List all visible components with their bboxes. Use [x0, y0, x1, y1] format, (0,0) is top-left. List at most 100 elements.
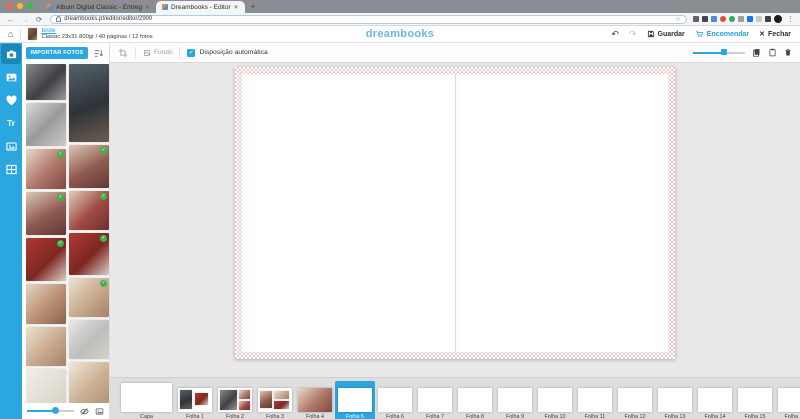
filmstrip-page-folha-5[interactable]: Folha 5	[335, 381, 375, 419]
sidebar-item-backgrounds[interactable]	[1, 67, 21, 87]
page-thumbnail[interactable]	[298, 388, 332, 412]
auto-layout-toggle[interactable]: ✓ Disposição automática	[187, 49, 267, 57]
new-tab-button[interactable]: +	[251, 2, 256, 11]
filmstrip-page-folha-3[interactable]: Folha 3	[255, 381, 295, 419]
page-thumbnail[interactable]	[458, 388, 492, 412]
page-thumbnail[interactable]	[778, 388, 800, 412]
save-button[interactable]: Guardar	[647, 30, 685, 38]
profile-avatar[interactable]	[774, 15, 782, 23]
page-thumbnail[interactable]	[218, 388, 252, 412]
page-thumbnail[interactable]	[738, 388, 772, 412]
library-photo[interactable]: ✓	[69, 278, 109, 317]
blue-extension-icon[interactable]	[711, 16, 717, 22]
crop-icon[interactable]	[118, 48, 128, 58]
book-spread[interactable]	[235, 67, 675, 359]
filmstrip-page-folha-6[interactable]: Folha 6	[375, 381, 415, 419]
filmstrip-page-folha-10[interactable]: Folha 10	[535, 381, 575, 419]
green-extension-icon[interactable]	[729, 16, 735, 22]
page-thumbnail[interactable]	[338, 388, 372, 412]
library-photo[interactable]	[69, 362, 109, 403]
filmstrip-page-folha-16[interactable]: Folha 16	[775, 381, 800, 419]
url-field[interactable]: dreambooks.pt/editor/editor/2900 ☆	[50, 15, 687, 24]
dark-extension-icon[interactable]	[765, 16, 771, 22]
browser-menu-icon[interactable]: ⋮	[787, 15, 794, 23]
undo-icon[interactable]: ↶	[611, 29, 619, 40]
page-thumbnail[interactable]	[121, 383, 172, 412]
pencil-extension-icon[interactable]	[693, 16, 699, 22]
page-thumbnail[interactable]	[578, 388, 612, 412]
browser-tab-inactive[interactable]: Album Digital Classic - Entreg ✕	[41, 1, 156, 13]
page-thumbnail[interactable]	[178, 388, 212, 412]
home-icon[interactable]: ⌂	[8, 29, 13, 39]
library-photo[interactable]	[26, 103, 66, 146]
redo-icon[interactable]: ↷	[629, 29, 637, 40]
filmstrip-page-folha-9[interactable]: Folha 9	[495, 381, 535, 419]
tab-close-icon[interactable]: ✕	[145, 4, 150, 11]
sort-photos-icon[interactable]	[93, 48, 104, 59]
hide-used-photos-icon[interactable]	[80, 407, 89, 416]
page-thumbnail[interactable]	[418, 388, 452, 412]
reload-icon[interactable]: ⟳	[36, 15, 42, 24]
filmstrip-page-folha-15[interactable]: Folha 15	[735, 381, 775, 419]
copy-page-icon[interactable]	[752, 48, 761, 57]
page-thumbnail[interactable]	[538, 388, 572, 412]
library-photo[interactable]: ✓	[26, 149, 66, 189]
library-photo[interactable]: ✓	[26, 238, 66, 281]
filmstrip-page-folha-7[interactable]: Folha 7	[415, 381, 455, 419]
library-photo[interactable]	[26, 284, 66, 324]
filmstrip-page-capa[interactable]: Capa	[118, 381, 175, 419]
back-icon[interactable]: ←	[7, 15, 15, 24]
page-thumbnail[interactable]	[618, 388, 652, 412]
spread-pages[interactable]	[242, 74, 668, 352]
project-cover-thumbnail[interactable]	[28, 28, 37, 40]
library-photo[interactable]	[69, 320, 109, 359]
page-thumbnail[interactable]	[498, 388, 532, 412]
tab-close-icon[interactable]: ✕	[234, 4, 239, 11]
filmstrip-page-folha-1[interactable]: Folha 1	[175, 381, 215, 419]
photo-view-icon[interactable]	[95, 407, 104, 416]
sidebar-item-favorites[interactable]	[1, 90, 21, 110]
order-button[interactable]: Encomendar	[695, 30, 749, 38]
library-photo[interactable]	[26, 369, 66, 403]
page-thumbnail[interactable]	[698, 388, 732, 412]
filmstrip-page-folha-11[interactable]: Folha 11	[575, 381, 615, 419]
search-extension-icon[interactable]	[702, 16, 708, 22]
filmstrip-page-folha-2[interactable]: Folha 2	[215, 381, 255, 419]
library-photo[interactable]	[69, 64, 109, 142]
indigo-extension-icon[interactable]	[747, 16, 753, 22]
canvas-zoom-slider[interactable]	[693, 52, 745, 54]
sidebar-item-text[interactable]: Tr	[1, 113, 21, 133]
delete-page-icon[interactable]	[784, 48, 792, 57]
sidebar-item-photos[interactable]	[1, 44, 21, 64]
sidebar-item-cliparts[interactable]	[1, 136, 21, 156]
library-photo[interactable]: ✓	[69, 191, 109, 230]
zoom-window-button[interactable]	[27, 3, 33, 9]
browser-tab-active[interactable]: Dreambooks - Editor ✕	[156, 1, 245, 13]
gray-extension-icon[interactable]	[738, 16, 744, 22]
page-thumbnail[interactable]	[658, 388, 692, 412]
library-photo[interactable]: ✓	[69, 145, 109, 188]
filmstrip-page-folha-13[interactable]: Folha 13	[655, 381, 695, 419]
close-editor-button[interactable]: ✕ Fechar	[759, 30, 791, 38]
sidebar-item-layouts[interactable]	[1, 159, 21, 179]
library-photo[interactable]: ✓	[69, 233, 109, 276]
thumbnail-size-slider[interactable]	[27, 410, 74, 412]
close-window-button[interactable]	[7, 3, 13, 9]
paste-page-icon[interactable]	[768, 48, 777, 57]
checkbox-checked-icon[interactable]: ✓	[187, 49, 195, 57]
library-photo[interactable]	[26, 327, 66, 367]
background-tool-button[interactable]: Fundo	[143, 49, 172, 57]
page-thumbnail[interactable]	[378, 388, 412, 412]
red-extension-icon[interactable]	[720, 16, 726, 22]
minimize-window-button[interactable]	[17, 3, 23, 9]
page-thumbnail[interactable]	[258, 388, 292, 412]
filmstrip-page-folha-14[interactable]: Folha 14	[695, 381, 735, 419]
bookmark-star-icon[interactable]: ☆	[675, 15, 681, 23]
filmstrip-page-folha-4[interactable]: Folha 4	[295, 381, 335, 419]
filmstrip-page-folha-8[interactable]: Folha 8	[455, 381, 495, 419]
filmstrip-page-folha-12[interactable]: Folha 12	[615, 381, 655, 419]
library-photo[interactable]: ✓	[26, 192, 66, 235]
forward-icon[interactable]: →	[22, 15, 30, 24]
project-name-link[interactable]: teste	[41, 27, 152, 34]
import-photos-button[interactable]: IMPORTAR FOTOS	[26, 47, 88, 59]
